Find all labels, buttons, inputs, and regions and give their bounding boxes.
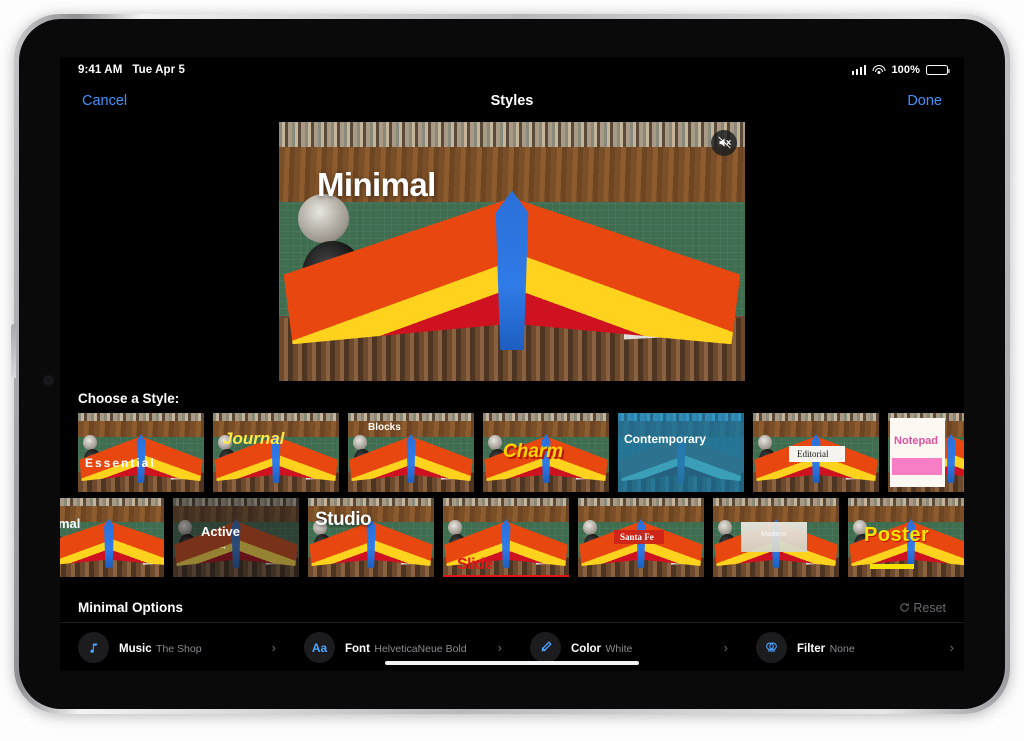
style-thumb-modern[interactable]: Modern <box>713 498 839 577</box>
navigation-bar: Cancel Styles Done <box>60 83 964 119</box>
battery-full-icon <box>926 65 950 75</box>
status-bar: 9:41 AM Tue Apr 5 100% <box>60 57 964 83</box>
battery-percent: 100% <box>891 64 920 76</box>
reset-label: Reset <box>913 600 946 615</box>
style-thumb-slide[interactable]: Slide <box>443 498 569 577</box>
home-indicator[interactable] <box>385 660 639 665</box>
chevron-right-icon[interactable]: › <box>724 640 738 655</box>
style-thumb-label: Journal <box>223 429 285 448</box>
style-thumb-minimal[interactable]: Minimal <box>60 498 164 577</box>
style-thumb-label: Santa Fe <box>620 532 654 542</box>
style-thumb-santa-fe[interactable]: Santa Fe <box>578 498 704 577</box>
style-thumb-label: Slide <box>457 556 493 573</box>
page-title: Styles <box>490 93 534 109</box>
style-thumb-studio[interactable]: Studio <box>308 498 434 577</box>
style-thumb-label: Minimal <box>60 516 81 531</box>
screenshot-root: 9:41 AM Tue Apr 5 100% Cancel Styles Don… <box>0 0 1024 741</box>
option-color[interactable]: Color White › <box>512 632 738 663</box>
kite-scene-image <box>279 121 745 381</box>
chevron-right-icon[interactable]: › <box>498 640 512 655</box>
chevron-right-icon[interactable]: › <box>272 640 286 655</box>
option-value: The Shop <box>156 642 202 655</box>
video-preview[interactable]: Minimal <box>279 121 745 381</box>
options-header: Minimal Options Reset <box>60 593 964 623</box>
style-grid[interactable]: Essential Journal Blocks Charm Contempor… <box>60 413 964 587</box>
status-time: 9:41 AM <box>78 64 123 76</box>
ipad-device-frame: 9:41 AM Tue Apr 5 100% Cancel Styles Don… <box>11 14 1010 714</box>
brush-icon <box>530 632 561 663</box>
reset-button[interactable]: Reset <box>899 601 946 615</box>
option-font[interactable]: Aa Font HelveticaNeue Bold › <box>286 632 512 663</box>
speaker-muted-icon[interactable] <box>711 129 737 156</box>
side-button[interactable] <box>11 324 16 378</box>
style-thumb-active[interactable]: Active → <box>173 498 299 577</box>
style-thumb-contemporary[interactable]: Contemporary <box>618 413 744 492</box>
style-thumb-charm[interactable]: Charm <box>483 413 609 492</box>
style-thumb-label: Notepad <box>894 435 938 447</box>
style-thumb-blocks[interactable]: Blocks <box>348 413 474 492</box>
done-button[interactable]: Done <box>907 93 942 109</box>
cancel-button[interactable]: Cancel <box>82 93 127 109</box>
option-label: Music <box>119 642 152 655</box>
active-arrow-icon: → <box>219 542 227 551</box>
option-value: None <box>829 642 855 655</box>
style-thumb-label: Contemporary <box>624 432 707 446</box>
aa-text-icon: Aa <box>304 632 335 663</box>
filter-lens-icon <box>756 632 787 663</box>
style-thumb-label: Blocks <box>368 422 401 433</box>
option-label: Filter <box>797 642 826 655</box>
preview-overlay-title: Minimal <box>317 165 436 203</box>
preview-area: Minimal <box>60 119 964 383</box>
style-thumb-poster[interactable]: Poster <box>848 498 964 577</box>
style-thumb-label: Poster <box>864 524 930 546</box>
option-filter[interactable]: Filter None › <box>738 632 964 663</box>
choose-style-label: Choose a Style: <box>78 391 180 406</box>
status-date: Tue Apr 5 <box>132 64 186 76</box>
style-thumb-editorial[interactable]: Editorial <box>753 413 879 492</box>
option-value: HelveticaNeue Bold <box>374 642 467 655</box>
front-camera <box>44 376 53 385</box>
style-thumb-label: Essential <box>85 456 156 470</box>
style-thumb-label: Editorial <box>797 449 829 459</box>
option-label: Font <box>345 642 370 655</box>
chevron-right-icon[interactable]: › <box>950 640 964 655</box>
style-thumb-notepad[interactable]: Notepad <box>888 413 964 492</box>
style-thumb-label: Modern <box>761 531 787 538</box>
ipad-screen: 9:41 AM Tue Apr 5 100% Cancel Styles Don… <box>60 57 964 671</box>
option-music[interactable]: Music The Shop › <box>60 632 286 663</box>
reset-circular-arrow-icon <box>900 602 910 612</box>
style-row-2: Minimal Active → Studio <box>60 498 964 577</box>
device-bezel: 9:41 AM Tue Apr 5 100% Cancel Styles Don… <box>19 19 1005 709</box>
style-thumb-label: Charm <box>503 441 564 462</box>
signal-bars-icon <box>851 65 867 75</box>
music-note-icon <box>78 632 109 663</box>
style-thumb-journal[interactable]: Journal <box>213 413 339 492</box>
options-title: Minimal Options <box>78 600 184 615</box>
option-value: White <box>605 642 633 655</box>
option-label: Color <box>571 642 602 655</box>
style-thumb-essential[interactable]: Essential <box>78 413 204 492</box>
style-thumb-label: Active <box>201 524 241 539</box>
style-thumb-label: Studio <box>315 509 372 530</box>
style-row-1: Essential Journal Blocks Charm Contempor… <box>60 413 964 492</box>
wifi-icon <box>872 65 886 75</box>
